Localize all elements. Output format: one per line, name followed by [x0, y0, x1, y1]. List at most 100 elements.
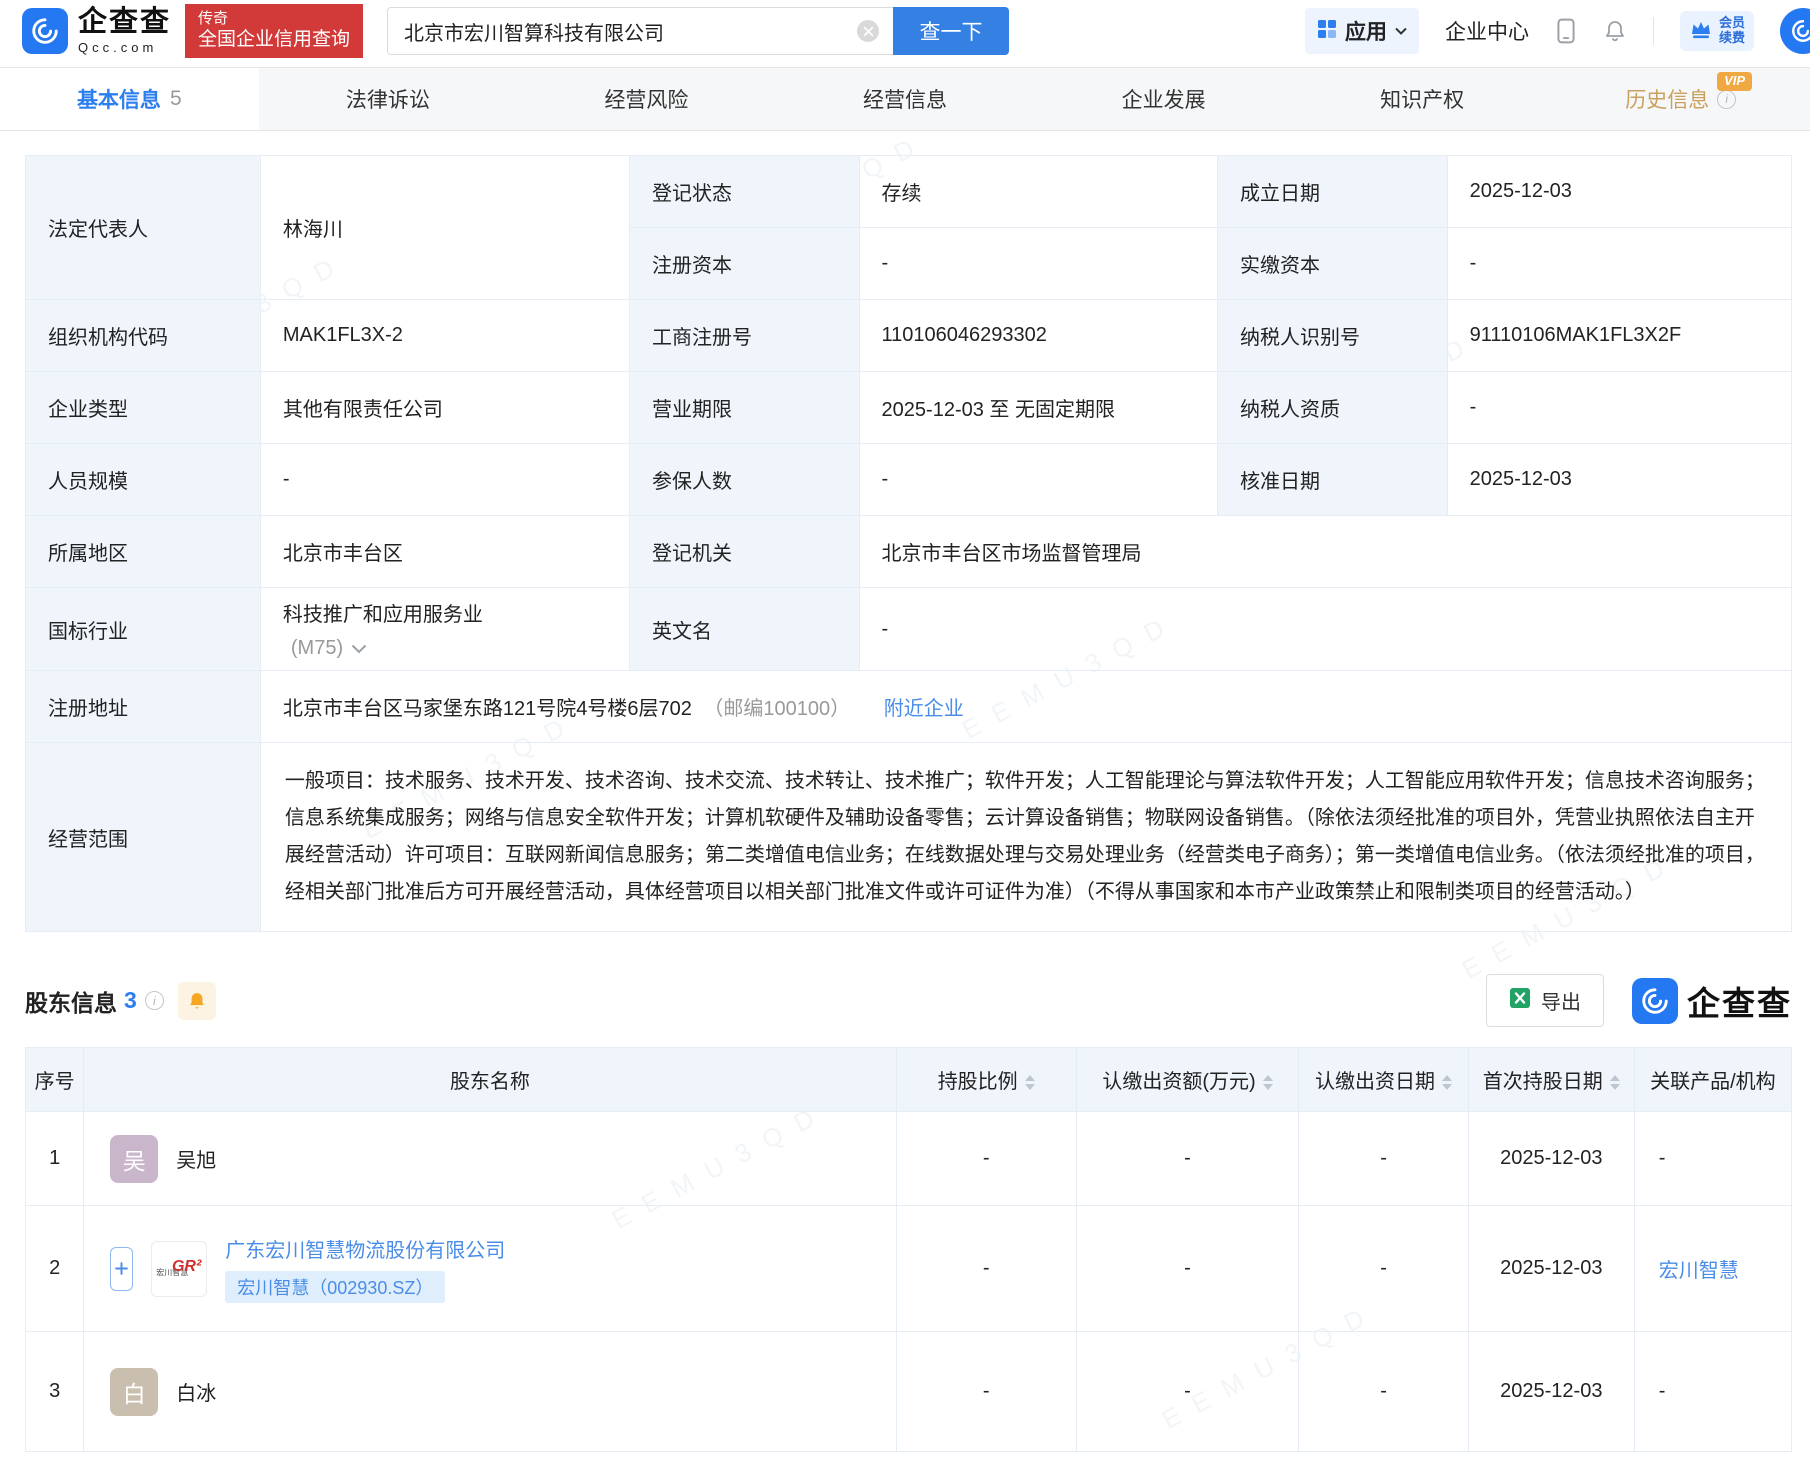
tab-label: 企业发展: [1121, 89, 1206, 112]
qcc-brand-icon: [1632, 977, 1678, 1024]
paid-capital-value: -: [1446, 227, 1793, 300]
notification-bell-icon[interactable]: [1603, 18, 1627, 44]
logo-domain: Qcc.com: [78, 39, 158, 55]
shareholders-table: 序号 股东名称 持股比例 认缴出资额(万元) 认缴出资日期 首次持股日期 关联产…: [24, 1047, 1793, 1452]
slogan-ribbon: 传奇 全国企业信用查询: [185, 4, 364, 58]
field-label: 国标行业: [25, 587, 261, 671]
address-value: 北京市丰台区马家堡东路121号院4号楼6层702 （邮编100100） 附近企业: [259, 670, 1793, 743]
member-line1: 会员: [1718, 15, 1745, 31]
member-line2: 续费: [1718, 30, 1745, 45]
address-text: 北京市丰台区马家堡东路121号院4号楼6层702: [282, 698, 692, 720]
biz-reg-no-value: 110106046293302: [858, 299, 1219, 372]
col-label: 持股比例: [937, 1071, 1018, 1093]
sort-icon[interactable]: [1262, 1075, 1273, 1091]
avatar: 吴: [110, 1134, 159, 1183]
caret-down-icon: [1395, 22, 1407, 40]
field-label: 所属地区: [25, 515, 261, 588]
field-label: 人员规模: [25, 443, 261, 516]
apps-menu[interactable]: 应用: [1304, 8, 1419, 54]
chevron-down-icon[interactable]: [351, 637, 367, 660]
col-header-no: 序号: [24, 1047, 85, 1112]
sort-icon[interactable]: [1442, 1075, 1453, 1091]
ribbon-line2: 全国企业信用查询: [198, 29, 351, 51]
tab-development[interactable]: 企业发展: [1034, 68, 1293, 130]
search-button[interactable]: 查一下: [893, 7, 1010, 55]
date-value: -: [1298, 1205, 1469, 1332]
est-date-value: 2025-12-03: [1446, 155, 1793, 228]
enterprise-center-link[interactable]: 企业中心: [1445, 16, 1529, 46]
apps-grid-icon: [1317, 19, 1337, 44]
tab-label: 历史信息: [1625, 89, 1710, 112]
tab-ip[interactable]: 知识产权: [1293, 68, 1552, 130]
region-value: 北京市丰台区: [259, 515, 630, 588]
info-icon[interactable]: i: [1717, 89, 1737, 109]
tab-label: 法律诉讼: [345, 89, 430, 112]
field-label: 核准日期: [1217, 443, 1448, 516]
export-button[interactable]: 导出: [1486, 974, 1604, 1027]
field-label: 登记状态: [628, 155, 860, 228]
tab-operating-info[interactable]: 经营信息: [776, 68, 1035, 130]
field-label: 注册资本: [628, 227, 860, 300]
top-bar: 企查查 Qcc.com 传奇 全国企业信用查询 查一下 应用 企业中心: [0, 0, 1810, 62]
english-name-value: -: [858, 587, 1793, 671]
excel-icon: [1509, 987, 1531, 1015]
first-date-value: 2025-12-03: [1467, 1331, 1635, 1452]
tab-bar: 基本信息 5 法律诉讼 经营风险 经营信息 企业发展 知识产权 VIP 历史信息…: [0, 67, 1810, 131]
related-product-link[interactable]: 宏川智慧: [1659, 1260, 1739, 1282]
field-label: 法定代表人: [25, 155, 261, 300]
tab-operating-risk[interactable]: 经营风险: [517, 68, 776, 130]
mobile-app-icon[interactable]: [1555, 18, 1577, 44]
stock-code-tag[interactable]: 宏川智慧（002930.SZ）: [225, 1271, 446, 1303]
row-no: 3: [24, 1331, 85, 1452]
qcc-brand-name: 企查查: [1687, 984, 1792, 1022]
basic-info-table: 法定代表人 林海川 登记状态 存续 成立日期 2025-12-03 注册资本 -…: [25, 155, 1793, 932]
ratio-value: -: [895, 1111, 1077, 1206]
field-label: 登记机关: [628, 515, 860, 588]
monitor-bell-icon[interactable]: [177, 981, 216, 1020]
info-icon[interactable]: i: [144, 991, 164, 1010]
tab-label: 经营信息: [863, 89, 948, 112]
field-label: 经营范围: [25, 742, 261, 932]
reg-authority-value: 北京市丰台区市场监督管理局: [858, 515, 1793, 588]
sort-icon[interactable]: [1609, 1075, 1620, 1091]
clear-search-icon[interactable]: [857, 20, 880, 42]
first-date-value: 2025-12-03: [1467, 1111, 1635, 1206]
shareholder-name[interactable]: 吴旭: [176, 1144, 216, 1173]
row-no: 2: [24, 1205, 85, 1332]
member-renew-button[interactable]: 会员 续费: [1679, 11, 1754, 51]
field-label: 实缴资本: [1217, 227, 1448, 300]
col-header-date: 认缴出资日期: [1298, 1047, 1469, 1112]
search-input[interactable]: [387, 7, 894, 55]
date-value: -: [1298, 1111, 1469, 1206]
customer-service-icon[interactable]: [1780, 8, 1810, 54]
field-label: 参保人数: [628, 443, 860, 516]
company-type-value: 其他有限责任公司: [259, 371, 630, 444]
logo-name: 企查查: [78, 6, 172, 39]
shareholder-name[interactable]: 白冰: [176, 1377, 216, 1406]
col-header-amount: 认缴出资额(万元): [1075, 1047, 1300, 1112]
industry-name: 科技推广和应用服务业: [282, 604, 483, 626]
field-label: 注册地址: [25, 670, 261, 743]
ribbon-line1: 传奇: [198, 9, 229, 27]
shareholders-header: 股东信息 3 i 导出 企查查: [25, 974, 1792, 1027]
field-label: 营业期限: [628, 371, 860, 444]
approval-date-value: 2025-12-03: [1446, 443, 1793, 516]
field-label: 纳税人识别号: [1217, 299, 1448, 372]
field-label: 组织机构代码: [25, 299, 261, 372]
qcc-logo-icon: [22, 8, 68, 54]
expand-icon[interactable]: [110, 1246, 134, 1291]
address-zip: （邮编100100）: [703, 698, 851, 720]
tab-basic-info[interactable]: 基本信息 5: [0, 68, 259, 130]
related-value: -: [1633, 1111, 1793, 1206]
reg-status-value: 存续: [858, 155, 1219, 228]
sort-icon[interactable]: [1024, 1075, 1035, 1091]
reg-capital-value: -: [858, 227, 1219, 300]
industry-value: 科技推广和应用服务业 (M75): [259, 587, 630, 671]
apps-label: 应用: [1344, 21, 1387, 44]
tab-history[interactable]: VIP 历史信息 i: [1551, 68, 1810, 130]
qcc-logo[interactable]: 企查查 Qcc.com: [22, 6, 172, 55]
shareholder-company-link[interactable]: 广东宏川智慧物流股份有限公司: [225, 1234, 505, 1263]
nearby-companies-link[interactable]: 附近企业: [884, 698, 964, 720]
col-header-name: 股东名称: [83, 1047, 897, 1112]
tab-legal[interactable]: 法律诉讼: [259, 68, 518, 130]
